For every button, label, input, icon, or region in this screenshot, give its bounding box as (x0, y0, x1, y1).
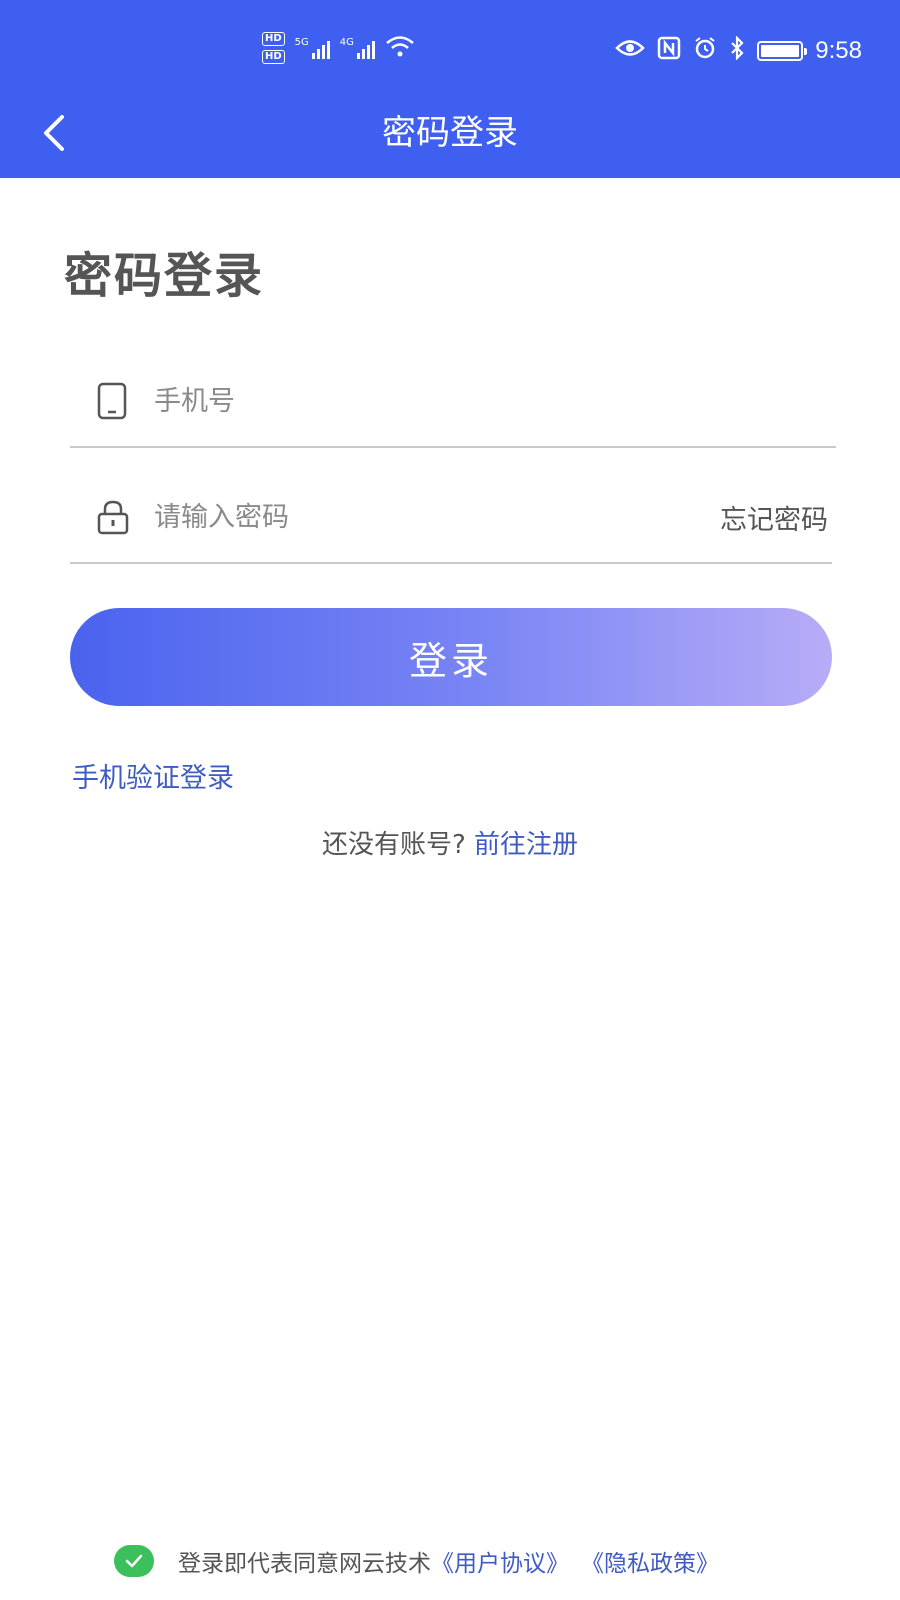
sms-login-link[interactable]: 手机验证登录 (72, 756, 234, 795)
user-agreement-link[interactable]: 《用户协议》 (431, 1544, 569, 1578)
hd-badge-1: HD (262, 32, 285, 46)
register-prompt: 还没有账号? 前往注册 (0, 824, 900, 861)
signal-5g-icon: 5G (295, 37, 330, 59)
status-time: 9:58 (815, 37, 862, 64)
register-link[interactable]: 前往注册 (474, 830, 578, 860)
phone-field (70, 356, 836, 448)
lock-icon (96, 499, 154, 535)
forgot-password-link[interactable]: 忘记密码 (720, 498, 828, 537)
password-input[interactable] (154, 501, 720, 533)
agreement-prefix: 登录即代表同意网云技术 (178, 1551, 431, 1577)
wifi-icon (385, 34, 415, 62)
page-title: 密码登录 (64, 248, 265, 304)
no-account-text: 还没有账号? (321, 830, 466, 860)
eye-icon (615, 38, 646, 64)
nfc-icon (657, 36, 681, 66)
login-button[interactable]: 登录 (70, 608, 832, 706)
password-field: 忘记密码 (70, 472, 832, 564)
status-right-icons: 9:58 (615, 35, 862, 66)
check-icon (125, 1554, 143, 1568)
app-header: HD HD 5G 4G 9:58 密码登录 (0, 0, 900, 178)
nav-title: 密码登录 (382, 113, 518, 153)
hd-indicators: HD HD (262, 32, 285, 64)
status-left-icons: HD HD 5G 4G (262, 32, 415, 64)
network-label-2: 4G (339, 37, 354, 48)
network-label-1: 5G (294, 37, 309, 48)
signal-4g-icon: 4G (340, 37, 375, 59)
agreement-row: 登录即代表同意网云技术 《用户协议》 《隐私政策》 (114, 1544, 719, 1578)
hd-badge-2: HD (262, 50, 285, 64)
agreement-checkbox[interactable] (114, 1545, 154, 1577)
battery-icon (757, 41, 808, 61)
phone-input[interactable] (154, 385, 836, 417)
alarm-icon (693, 36, 717, 66)
status-bar: HD HD 5G 4G 9:58 (0, 0, 900, 104)
bluetooth-icon (729, 35, 745, 66)
phone-icon (96, 382, 154, 420)
privacy-policy-link[interactable]: 《隐私政策》 (581, 1544, 719, 1578)
